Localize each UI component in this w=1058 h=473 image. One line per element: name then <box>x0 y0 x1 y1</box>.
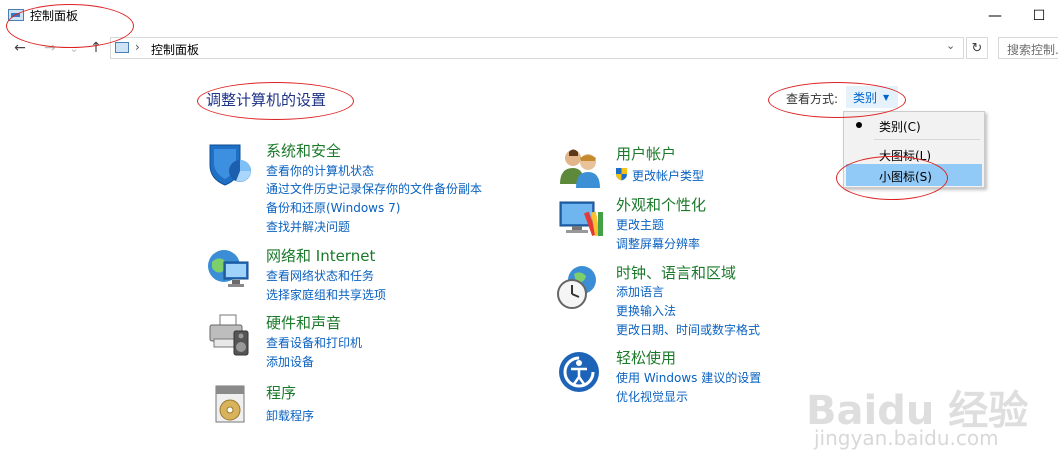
annotation-ellipse-view-by <box>768 82 906 118</box>
category-user-accounts[interactable]: 用户帐户 <box>616 143 676 164</box>
link-backup-restore[interactable]: 备份和还原(Windows 7) <box>266 199 400 216</box>
menu-separator <box>874 139 980 140</box>
control-panel-small-icon <box>115 42 129 53</box>
link-homegroup-sharing[interactable]: 选择家庭组和共享选项 <box>266 286 386 303</box>
annotation-ellipse-small-icons <box>836 156 948 200</box>
breadcrumb-separator[interactable]: › <box>135 40 140 54</box>
refresh-button[interactable]: ↻ <box>966 37 988 59</box>
link-screen-resolution[interactable]: 调整屏幕分辨率 <box>616 235 700 252</box>
shield-icon[interactable] <box>206 141 252 187</box>
title-bar <box>0 0 1058 32</box>
maximize-button[interactable]: ☐ <box>1016 0 1058 32</box>
link-change-account-type[interactable]: 更改帐户类型 <box>632 167 704 184</box>
link-optimize-visual-display[interactable]: 优化视觉显示 <box>616 388 688 405</box>
link-change-input-method[interactable]: 更换输入法 <box>616 302 676 319</box>
link-file-history-backup[interactable]: 通过文件历史记录保存你的文件备份副本 <box>266 180 482 197</box>
breadcrumb-control-panel[interactable]: 控制面板 <box>151 41 199 58</box>
link-add-language[interactable]: 添加语言 <box>616 283 664 300</box>
watermark-url: jingyan.baidu.com <box>814 426 999 450</box>
link-devices-printers[interactable]: 查看设备和打印机 <box>266 334 362 351</box>
category-network-internet[interactable]: 网络和 Internet <box>266 245 375 266</box>
annotation-ellipse-title <box>6 4 134 48</box>
link-add-device[interactable]: 添加设备 <box>266 353 314 370</box>
radio-dot-icon <box>856 122 862 128</box>
category-programs[interactable]: 程序 <box>266 382 296 403</box>
minimize-button[interactable]: — <box>972 0 1018 32</box>
category-hardware-sound[interactable]: 硬件和声音 <box>266 312 341 333</box>
category-clock-language-region[interactable]: 时钟、语言和区域 <box>616 262 736 283</box>
printer-speaker-icon[interactable] <box>206 311 252 357</box>
menu-item-category[interactable]: 类别(C) <box>846 114 982 136</box>
link-troubleshoot[interactable]: 查找并解决问题 <box>266 218 350 235</box>
address-bar[interactable] <box>110 37 964 59</box>
menu-item-label: 类别(C) <box>879 120 921 134</box>
uac-shield-icon <box>615 166 628 181</box>
search-input[interactable]: 搜索控制... <box>998 37 1058 59</box>
link-recommended-settings[interactable]: 使用 Windows 建议的设置 <box>616 369 761 386</box>
annotation-ellipse-heading <box>197 82 354 120</box>
address-dropdown-icon[interactable]: ⌄ <box>946 39 955 52</box>
programs-disc-icon[interactable] <box>208 380 254 426</box>
users-icon[interactable] <box>558 144 604 190</box>
clock-globe-icon[interactable] <box>556 264 602 310</box>
monitor-palette-icon[interactable] <box>558 196 604 242</box>
link-uninstall-program[interactable]: 卸载程序 <box>266 407 314 424</box>
category-appearance-personalization[interactable]: 外观和个性化 <box>616 194 706 215</box>
link-change-theme[interactable]: 更改主题 <box>616 216 664 233</box>
link-view-computer-status[interactable]: 查看你的计算机状态 <box>266 162 374 179</box>
category-ease-of-access[interactable]: 轻松使用 <box>616 347 676 368</box>
link-network-status[interactable]: 查看网络状态和任务 <box>266 267 374 284</box>
accessibility-icon[interactable] <box>557 350 603 396</box>
network-globe-icon[interactable] <box>206 246 252 292</box>
category-system-security[interactable]: 系统和安全 <box>266 140 341 161</box>
link-date-time-format[interactable]: 更改日期、时间或数字格式 <box>616 321 760 338</box>
